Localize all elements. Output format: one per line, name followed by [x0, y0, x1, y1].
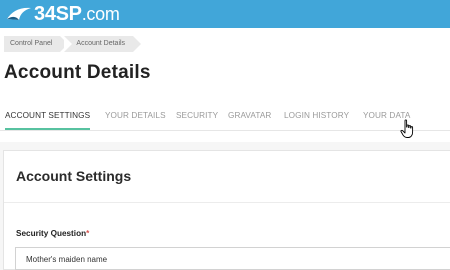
- logo-brand-name: 34SP: [34, 3, 82, 25]
- breadcrumb-item-account-details[interactable]: Account Details: [64, 36, 141, 52]
- breadcrumb-item-control-panel[interactable]: Control Panel: [4, 36, 69, 52]
- page-title: Account Details: [4, 62, 151, 83]
- tab-your-details[interactable]: YOUR DETAILS: [105, 108, 166, 128]
- breadcrumb: Control Panel Account Details: [4, 36, 141, 52]
- logo-icon: [7, 7, 31, 20]
- section-title: Account Settings: [16, 168, 132, 184]
- top-bar: 34SP.com: [0, 0, 450, 28]
- tab-account-settings[interactable]: ACCOUNT SETTINGS: [5, 108, 91, 130]
- security-question-select[interactable]: Mother's maiden name: [15, 247, 450, 270]
- logo-tld: .com: [81, 4, 120, 24]
- tab-login-history[interactable]: LOGIN HISTORY: [284, 108, 349, 128]
- tab-security[interactable]: SECURITY: [176, 108, 218, 128]
- security-question-label: Security Question*: [16, 229, 89, 238]
- tab-gravatar[interactable]: GRAVATAR: [228, 108, 271, 128]
- logo-text: 34SP.com: [34, 2, 120, 26]
- hand-pointer-icon: [400, 119, 414, 138]
- logo[interactable]: 34SP.com: [6, 2, 120, 26]
- security-question-label-text: Security Question: [16, 229, 87, 238]
- tab-bar: ACCOUNT SETTINGS YOUR DETAILS SECURITY G…: [0, 108, 450, 131]
- section-divider: [4, 202, 450, 203]
- required-marker: *: [86, 229, 90, 238]
- security-question-value: Mother's maiden name: [26, 255, 108, 264]
